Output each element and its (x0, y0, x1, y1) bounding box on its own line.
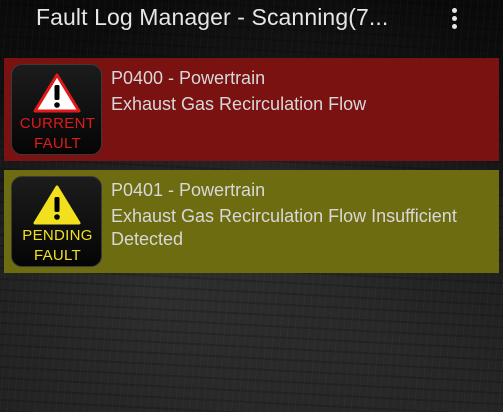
pending-fault-badge: PENDING FAULT (11, 176, 102, 267)
fault-code: P0401 - Powertrain (111, 180, 266, 200)
fault-description: Exhaust Gas Recirculation Flow Insuffici… (111, 206, 457, 249)
badge-label: FAULT (33, 247, 82, 264)
menu-dot (451, 7, 457, 13)
fault-row-current[interactable]: CURRENT FAULT P0400 - Powertrain Exhaust… (4, 58, 499, 161)
badge-label: CURRENT (19, 115, 96, 132)
app-bar: Fault Log Manager - Scanning(7... (0, 0, 503, 40)
current-fault-badge: CURRENT FAULT (11, 64, 102, 155)
menu-dot (451, 15, 457, 21)
fault-row-pending[interactable]: PENDING FAULT P0401 - Powertrain Exhaust… (4, 170, 499, 273)
badge-label: FAULT (33, 135, 82, 152)
badge-label: PENDING (22, 227, 93, 244)
fault-description: Exhaust Gas Recirculation Flow (111, 94, 367, 114)
app-title: Fault Log Manager - Scanning(7... (36, 4, 389, 30)
warning-triangle-icon (33, 185, 81, 225)
fault-code: P0400 - Powertrain (111, 68, 266, 88)
more-vert-icon[interactable] (442, 4, 466, 32)
menu-dot (451, 23, 457, 29)
warning-triangle-icon (33, 73, 81, 113)
